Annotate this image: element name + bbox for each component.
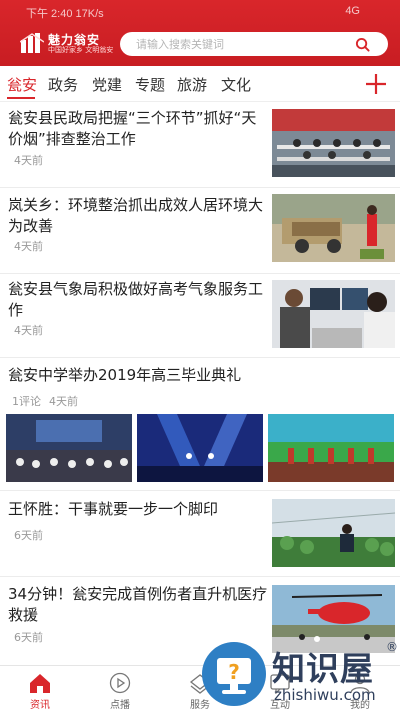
news-thumbnail-ceremony-hall <box>6 414 132 482</box>
news-thumbnail-weather-office <box>272 280 395 348</box>
news-item[interactable]: 瓮安中学举办2019年高三毕业典礼 1评论 4天前 <box>0 358 400 491</box>
search-input[interactable] <box>136 32 346 56</box>
news-title: 34分钟！瓮安完成首例伤者直升机医疗救援 <box>8 585 268 624</box>
news-thumbnail-helicopter <box>272 585 395 653</box>
tab-tourism[interactable]: 旅游 <box>177 74 207 95</box>
tab-wengan[interactable]: 瓮安 <box>7 74 37 95</box>
nav-label: 我的 <box>350 700 370 711</box>
nav-label: 点播 <box>110 700 130 711</box>
news-thumbnail-ceremony-stage <box>137 414 263 482</box>
tab-special[interactable]: 专题 <box>135 74 165 95</box>
nav-label: 资讯 <box>30 700 50 711</box>
logo-slogan: 中国好家乡 文明翁安 <box>48 46 114 54</box>
news-thumbnail-ceremony-performance <box>268 414 394 482</box>
interact-icon <box>270 674 290 694</box>
news-item[interactable]: 岚关乡：环境整治抓出成效人居环境大为改善 4天前 <box>0 188 400 274</box>
tab-government[interactable]: 政务 <box>48 74 78 95</box>
news-time: 6天前 <box>14 631 43 644</box>
home-icon <box>30 674 50 693</box>
news-title: 瓮安中学举办2019年高三毕业典礼 <box>8 366 242 384</box>
news-item[interactable]: 34分钟！瓮安完成首例伤者直升机医疗救援 6天前 <box>0 577 400 665</box>
news-time: 4天前 <box>14 240 43 253</box>
status-time: 下午 2:40 17K/s <box>26 8 104 20</box>
news-time: 4天前 <box>49 395 78 408</box>
news-item[interactable]: 瓮安县民政局把握“三个环节”抓好“天价烟”排查整治工作 4天前 <box>0 102 400 188</box>
nav-label: 互动 <box>270 700 290 711</box>
news-meta: 4天前 <box>14 322 51 338</box>
add-tab-icon[interactable] <box>364 72 388 96</box>
nav-vod[interactable]: 点播 <box>80 666 160 711</box>
nav-label: 服务 <box>190 700 210 711</box>
category-tabs: 瓮安 政务 党建 专题 旅游 文化 <box>0 66 400 102</box>
app-header: 下午 2:40 17K/s 4G 魅力翁安 中国好家乡 文明翁安 <box>0 0 400 66</box>
status-network: 4G <box>345 5 360 17</box>
play-icon <box>109 672 131 694</box>
bottom-nav: 资讯 点播 服务 互动 我的 <box>0 665 400 711</box>
tab-party[interactable]: 党建 <box>92 74 122 95</box>
search-icon[interactable] <box>355 37 370 52</box>
app-logo[interactable]: 魅力翁安 中国好家乡 文明翁安 <box>20 30 116 56</box>
news-time: 4天前 <box>14 154 43 167</box>
user-icon <box>350 673 370 694</box>
nav-profile[interactable]: 我的 <box>320 666 400 711</box>
nav-news[interactable]: 资讯 <box>0 666 80 711</box>
service-icon <box>189 674 211 694</box>
news-thumbnail-meeting <box>272 109 395 177</box>
news-meta: 6天前 <box>14 629 51 645</box>
news-comments: 1评论 <box>12 395 41 408</box>
nav-interact[interactable]: 互动 <box>240 666 320 711</box>
news-thumbnail-greenhouse <box>272 499 395 567</box>
active-tab-indicator <box>7 97 35 99</box>
news-title: 岚关乡：环境整治抓出成效人居环境大为改善 <box>8 196 264 235</box>
news-title: 瓮安县气象局积极做好高考气象服务工作 <box>8 280 264 319</box>
news-time: 6天前 <box>14 529 43 542</box>
search-bar[interactable] <box>120 32 388 56</box>
news-thumbnail-cleanup <box>272 194 395 262</box>
news-meta: 1评论 4天前 <box>12 393 86 409</box>
news-meta: 4天前 <box>14 238 51 254</box>
news-title: 王怀胜：干事就要一步一个脚印 <box>8 500 219 518</box>
news-item[interactable]: 瓮安县气象局积极做好高考气象服务工作 4天前 <box>0 274 400 358</box>
news-item[interactable]: 王怀胜：干事就要一步一个脚印 6天前 <box>0 491 400 577</box>
tab-culture[interactable]: 文化 <box>221 74 251 95</box>
nav-service[interactable]: 服务 <box>160 666 240 711</box>
logo-mark-icon <box>20 33 44 53</box>
news-meta: 6天前 <box>14 527 51 543</box>
news-time: 4天前 <box>14 324 43 337</box>
news-meta: 4天前 <box>14 152 51 168</box>
news-title: 瓮安县民政局把握“三个环节”抓好“天价烟”排查整治工作 <box>8 109 257 148</box>
status-bar: 下午 2:40 17K/s 4G <box>0 0 400 22</box>
